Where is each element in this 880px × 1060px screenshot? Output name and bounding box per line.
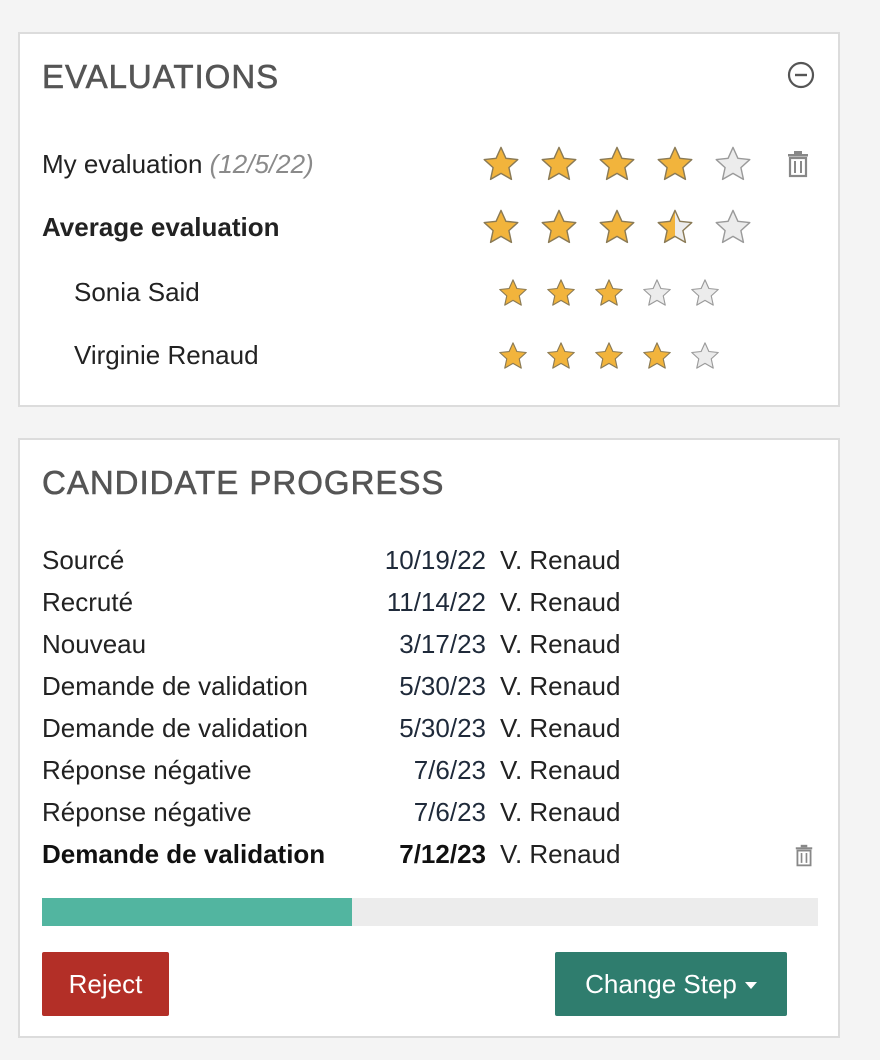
progress-step-row: Demande de validation 5/30/23 V. Renaud (20, 708, 838, 748)
progress-step-row: Nouveau 3/17/23 V. Renaud (20, 624, 838, 664)
evaluator-name: Sonia Said (74, 277, 200, 307)
star-filled-icon (599, 209, 635, 244)
step-date: 5/30/23 (399, 671, 486, 701)
step-name: Réponse négative (42, 797, 252, 827)
change-step-button[interactable]: Change Step (555, 952, 787, 1016)
step-name: Recruté (42, 587, 134, 617)
step-date: 11/14/22 (386, 587, 486, 617)
star-filled-icon (595, 279, 623, 306)
step-date: 7/12/23 (399, 839, 486, 869)
step-user: V. Renaud (500, 755, 621, 785)
evaluator-row-sonia-said: Sonia Said (20, 272, 838, 312)
star-empty-icon (691, 279, 719, 306)
step-user: V. Renaud (500, 629, 621, 659)
average-evaluation-row: Average evaluation (20, 207, 838, 247)
my-evaluation-row: My evaluation (12/5/22) (20, 144, 838, 184)
delete-step-trash-icon[interactable] (794, 844, 814, 867)
reject-button[interactable]: Reject (42, 952, 169, 1016)
progress-step-row: Recruté 11/14/22 V. Renaud (20, 582, 838, 622)
star-filled-icon[interactable] (482, 145, 520, 183)
star-filled-icon (643, 342, 671, 369)
progress-step-row-current: Demande de validation 7/12/23 V. Renaud (20, 834, 838, 874)
progress-bar (42, 898, 818, 926)
step-date: 10/19/22 (384, 545, 486, 575)
progress-bar-fill (42, 898, 353, 926)
evaluator-name: Virginie Renaud (74, 340, 259, 370)
step-user: V. Renaud (500, 713, 621, 743)
evaluations-title: EVALUATIONS (42, 58, 280, 96)
star-filled-icon[interactable] (540, 145, 578, 183)
star-filled-icon (547, 279, 575, 306)
star-empty-icon (643, 279, 671, 306)
star-filled-icon (547, 342, 575, 369)
star-filled-icon[interactable] (656, 145, 694, 183)
step-user: V. Renaud (500, 671, 621, 701)
star-filled-icon[interactable] (598, 145, 636, 183)
my-evaluation-date: (12/5/22) (209, 149, 314, 179)
step-date: 7/6/23 (413, 755, 486, 785)
average-evaluation-label: Average evaluation (42, 212, 280, 242)
progress-step-row: Demande de validation 5/30/23 V. Renaud (20, 666, 838, 706)
evaluations-panel: EVALUATIONS My evaluation (12/5/22) Aver… (18, 32, 840, 407)
star-filled-icon (499, 279, 527, 306)
step-name: Sourcé (42, 545, 125, 575)
step-name: Réponse négative (42, 755, 252, 785)
step-name: Demande de validation (42, 713, 308, 743)
evaluator-row-virginie-renaud: Virginie Renaud (20, 335, 838, 375)
step-name: Demande de validation (42, 839, 326, 869)
progress-step-row: Réponse négative 7/6/23 V. Renaud (20, 750, 838, 790)
minus-circle-icon[interactable] (786, 60, 816, 90)
star-half-icon (657, 209, 693, 244)
star-filled-icon (541, 209, 577, 244)
step-user: V. Renaud (500, 839, 621, 869)
candidate-progress-panel: CANDIDATE PROGRESS Sourcé 10/19/22 V. Re… (18, 438, 840, 1038)
step-name: Nouveau (42, 629, 147, 659)
step-user: V. Renaud (500, 587, 621, 617)
star-filled-icon (595, 342, 623, 369)
step-date: 5/30/23 (399, 713, 486, 743)
step-user: V. Renaud (500, 545, 621, 575)
candidate-progress-title: CANDIDATE PROGRESS (42, 464, 445, 502)
step-date: 3/17/23 (399, 629, 486, 659)
star-filled-icon (483, 209, 519, 244)
star-empty-icon (691, 342, 719, 369)
star-filled-icon (499, 342, 527, 369)
delete-evaluation-trash-icon[interactable] (786, 150, 810, 178)
progress-step-row: Sourcé 10/19/22 V. Renaud (20, 540, 838, 580)
step-user: V. Renaud (500, 797, 621, 827)
my-evaluation-label: My evaluation (42, 149, 203, 179)
change-step-label: Change Step (585, 968, 737, 999)
step-name: Demande de validation (42, 671, 308, 701)
step-date: 7/6/23 (413, 797, 486, 827)
progress-step-row: Réponse négative 7/6/23 V. Renaud (20, 792, 838, 832)
star-empty-icon (715, 209, 751, 244)
star-empty-icon[interactable] (714, 145, 752, 183)
caret-down-icon (744, 981, 757, 989)
